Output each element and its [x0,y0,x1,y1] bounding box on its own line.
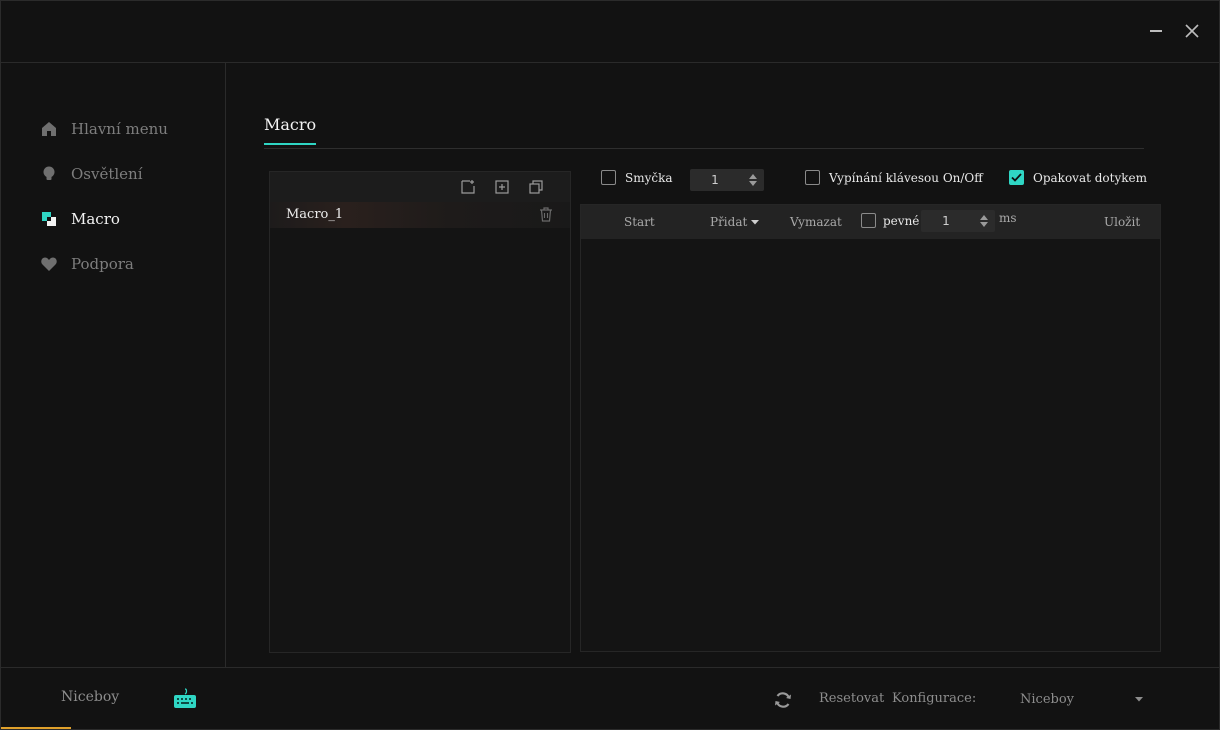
minimize-button[interactable] [1144,19,1168,43]
macro-name: Macro_1 [286,207,344,222]
tab-bar: Macro [264,113,1144,149]
sidebar: Hlavní menu Osvětlení Macro Podpora [1,63,226,667]
bulb-icon [39,164,59,184]
repeat-touch-checkbox[interactable]: Opakovat dotykem [1009,170,1147,185]
main-content: Macro Macro_1 Smyčka 1 Vypínání klávesou… [226,63,1219,667]
loop-count-arrows [746,169,760,191]
new-file-icon[interactable] [460,179,476,195]
app-window: Hlavní menu Osvětlení Macro Podpora Macr… [0,0,1220,730]
trash-icon[interactable] [539,207,553,222]
macro-list-panel: Macro_1 [269,171,571,653]
reset-button[interactable]: Resetovat [819,691,884,706]
add-dropdown[interactable]: Přidat [710,215,760,229]
macro-editor-panel: Start Přidat Vymazat pevné ms [580,204,1161,652]
delay-arrows [977,210,991,232]
minimize-icon [1150,30,1162,32]
key-toggle-checkbox-box[interactable] [805,170,820,185]
home-icon [39,119,59,139]
sidebar-item-label: Podpora [71,255,134,273]
decrement-icon[interactable] [980,222,988,227]
key-toggle-checkbox[interactable]: Vypínání klávesou On/Off [805,170,983,185]
save-button[interactable]: Uložit [1104,215,1140,229]
delay-unit: ms [999,211,1017,225]
clear-button[interactable]: Vymazat [790,215,842,229]
accent-strip [1,727,71,729]
loop-label: Smyčka [625,170,673,185]
import-icon[interactable] [494,179,510,195]
loop-checkbox[interactable]: Smyčka [601,170,673,185]
macro-icon [39,209,59,229]
caret-down-icon [751,220,760,225]
decrement-icon[interactable] [749,181,757,186]
sidebar-item-macro[interactable]: Macro [39,207,209,231]
delay-stepper[interactable] [921,210,995,232]
loop-checkbox-box[interactable] [601,170,616,185]
add-label: Přidat [710,215,748,229]
key-toggle-label: Vypínání klávesou On/Off [829,170,983,185]
fixed-label: pevné [883,213,920,228]
sidebar-item-label: Macro [71,210,120,228]
checkmark-icon [1011,173,1022,182]
increment-icon[interactable] [749,174,757,179]
title-bar [1,1,1219,63]
list-item[interactable]: Macro_1 [270,202,570,228]
heart-icon [39,254,59,274]
config-value: Niceboy [1020,691,1074,707]
config-select[interactable]: Niceboy [1020,688,1144,710]
keyboard-icon[interactable] [173,688,197,710]
device-name: Niceboy [61,689,120,705]
loop-count-stepper[interactable] [690,169,764,191]
close-icon [1185,24,1199,38]
repeat-touch-label: Opakovat dotykem [1033,170,1147,185]
fixed-delay-checkbox[interactable]: pevné [861,213,919,228]
loop-count-input[interactable] [690,173,740,187]
delay-input[interactable] [921,214,971,228]
close-button[interactable] [1180,19,1204,43]
editor-toolbar: Start Přidat Vymazat pevné ms [581,205,1160,239]
sidebar-item-label: Osvětlení [71,165,143,183]
fixed-delay-checkbox-box[interactable] [861,213,876,228]
sidebar-item-lighting[interactable]: Osvětlení [39,162,209,186]
refresh-icon[interactable] [773,690,793,710]
sidebar-item-support[interactable]: Podpora [39,252,209,276]
macro-list-toolbar [270,172,570,202]
sidebar-item-label: Hlavní menu [71,120,168,138]
chevron-down-icon [1135,697,1143,702]
bottom-bar: Niceboy Resetovat Konfigurace: Niceboy [1,667,1219,729]
tab-macro[interactable]: Macro [264,115,317,145]
config-label: Konfigurace: [892,691,977,706]
start-button[interactable]: Start [624,215,655,229]
copy-icon[interactable] [528,179,544,195]
sidebar-item-main-menu[interactable]: Hlavní menu [39,117,209,141]
repeat-touch-checkbox-box[interactable] [1009,170,1024,185]
increment-icon[interactable] [980,215,988,220]
